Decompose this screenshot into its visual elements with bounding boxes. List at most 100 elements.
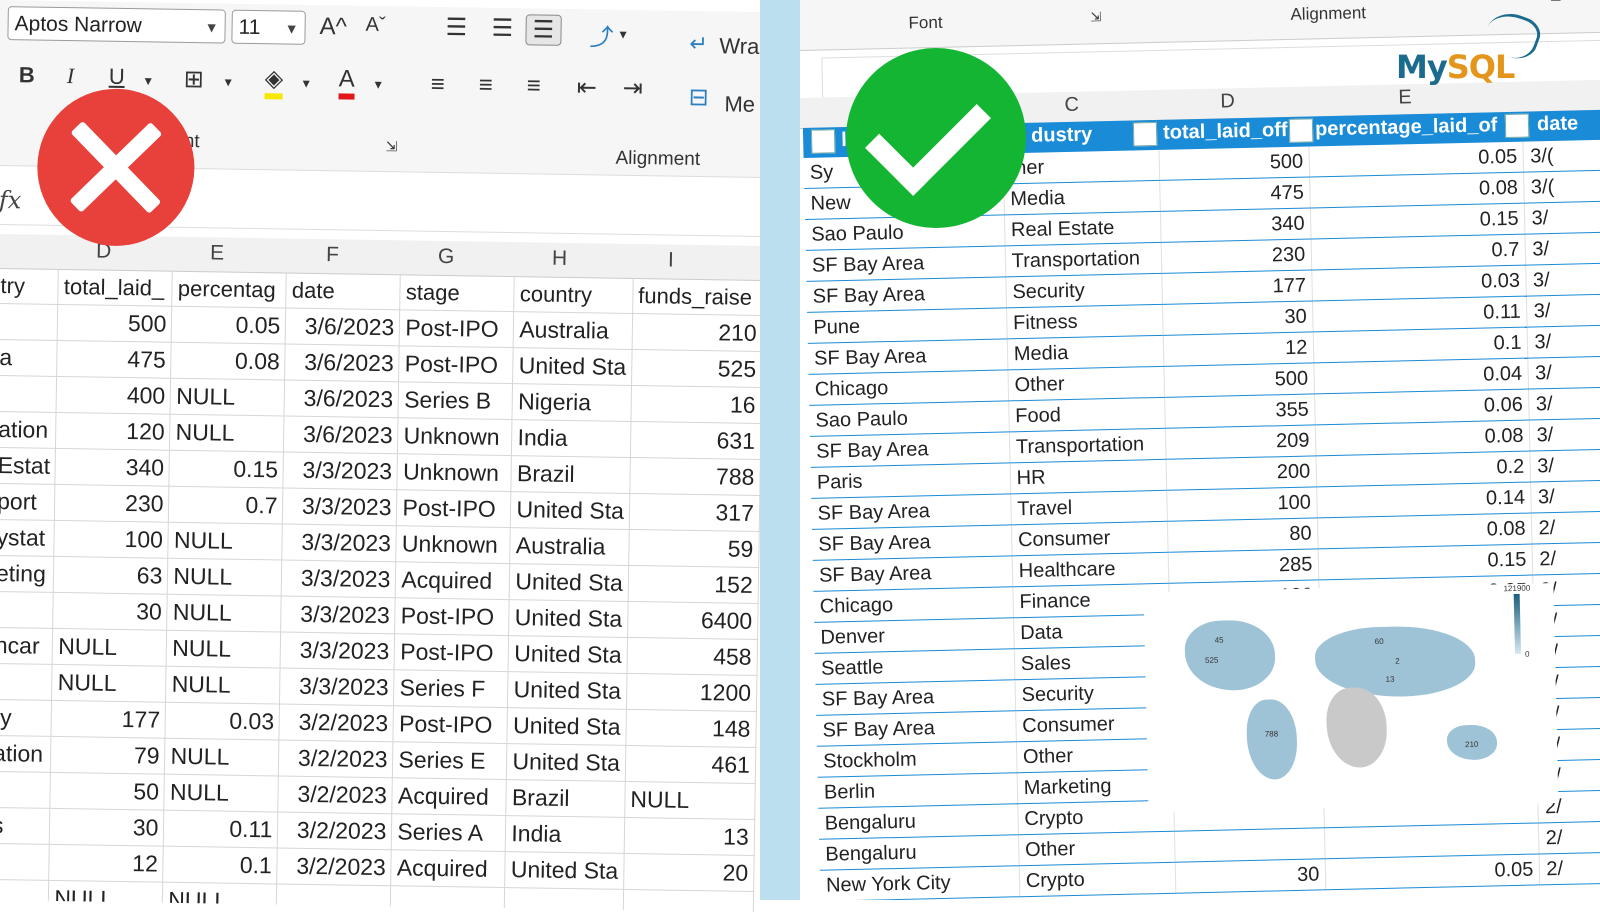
cell[interactable]: 3/6/2023 — [284, 380, 399, 418]
cell[interactable]: SF Bay Area — [815, 679, 1016, 716]
cell[interactable]: 100 — [1166, 486, 1318, 522]
chevron-down-icon[interactable]: ▾ — [145, 72, 152, 89]
cell[interactable]: New York City — [819, 865, 1020, 900]
cell[interactable]: Sao Paulo — [809, 400, 1010, 437]
header-cell[interactable]: funds_raise — [632, 277, 764, 316]
shrink-font-button[interactable]: Aˇ — [365, 14, 385, 37]
cell[interactable]: hcar — [0, 627, 54, 665]
cell[interactable]: 0.1 — [163, 846, 278, 884]
cell[interactable]: 6400 — [627, 601, 758, 640]
cell[interactable]: 461 — [625, 745, 756, 784]
cell[interactable]: 317 — [629, 493, 760, 532]
cell[interactable] — [0, 663, 53, 701]
cell[interactable]: 285 — [1167, 548, 1320, 584]
cell[interactable]: ty — [0, 699, 52, 737]
cell[interactable]: 788 — [629, 457, 761, 496]
cell[interactable]: 0.08 — [171, 342, 286, 381]
cell[interactable]: 0.15 — [1310, 203, 1526, 239]
decrease-indent-icon[interactable]: ⇤ — [576, 73, 597, 102]
cell[interactable]: 3/ — [1528, 356, 1600, 390]
chevron-down-icon[interactable]: ▾ — [619, 26, 626, 43]
cell[interactable]: 0.08 — [1315, 420, 1531, 456]
column-header-e[interactable]: E — [210, 241, 224, 265]
column-header-g[interactable]: G — [438, 245, 455, 269]
cell[interactable]: 3/6/2023 — [284, 344, 400, 382]
cell[interactable]: 12 — [1162, 331, 1315, 367]
cell[interactable]: 3/ — [1528, 387, 1600, 421]
cell[interactable]: eting — [0, 555, 55, 593]
cell[interactable]: NULL — [166, 630, 282, 668]
cell[interactable]: NULL — [167, 558, 283, 596]
header-cell[interactable]: percentag — [172, 270, 287, 309]
cell[interactable] — [0, 303, 59, 341]
cell[interactable]: 16 — [630, 385, 762, 424]
filter-icon[interactable]: ⊻ — [1288, 118, 1314, 143]
cell[interactable]: 209 — [1164, 424, 1317, 460]
filter-icon[interactable]: ⊻ — [1132, 121, 1158, 147]
cell[interactable]: Unknown — [396, 525, 511, 564]
cell[interactable]: 400 — [56, 376, 172, 415]
cell[interactable]: Unknown — [397, 417, 513, 456]
cell[interactable]: 0.1 — [1313, 327, 1529, 363]
header-cell[interactable]: date — [286, 272, 401, 310]
cell[interactable] — [1174, 827, 1326, 863]
align-left-icon[interactable]: ≡ — [431, 71, 445, 99]
cell[interactable]: 0.15 — [1318, 544, 1534, 580]
cell[interactable]: 0.11 — [163, 810, 279, 848]
cell[interactable]: SF Bay Area — [811, 493, 1012, 530]
cell[interactable]: 3/2/2023 — [278, 739, 394, 778]
cell[interactable]: SF Bay Area — [816, 710, 1017, 747]
filter-dropdown-icon[interactable]: ▾ — [810, 129, 836, 154]
cell[interactable]: 0.15 — [169, 450, 284, 489]
cell[interactable]: Consumer — [1011, 521, 1168, 556]
cell[interactable]: 50 — [50, 772, 165, 811]
cell[interactable]: 340 — [1159, 207, 1312, 243]
cell[interactable]: 148 — [625, 709, 757, 748]
cell[interactable]: 3/ — [1531, 480, 1600, 514]
cell[interactable]: Acquired — [395, 561, 511, 600]
cell[interactable]: Chicago — [808, 369, 1009, 406]
cell[interactable]: Acquired — [392, 777, 507, 816]
cell[interactable]: Brazil — [506, 779, 626, 818]
cell[interactable]: Stockholm — [816, 741, 1017, 778]
cell[interactable]: 63 — [53, 556, 169, 595]
cell[interactable]: 3/ — [1530, 449, 1600, 483]
cell[interactable]: 3/ — [1526, 263, 1600, 297]
cell[interactable]: 13 — [624, 817, 755, 856]
column-header-e[interactable]: E — [1398, 86, 1412, 109]
chevron-down-icon[interactable]: ▾ — [225, 74, 232, 91]
cell[interactable]: United Sta — [505, 851, 625, 890]
cell[interactable]: Chicago — [813, 586, 1014, 623]
cell[interactable]: 100 — [54, 520, 169, 559]
fill-color-icon[interactable]: ◈ — [264, 64, 284, 100]
cell[interactable]: Transportation — [1004, 242, 1162, 277]
cell[interactable]: 0.05 — [171, 306, 287, 345]
cell[interactable]: 0.05 — [1325, 853, 1541, 890]
cell[interactable]: 0.03 — [1312, 265, 1527, 301]
cell[interactable]: 0.2 — [1316, 451, 1532, 487]
cell[interactable]: NULL — [624, 781, 756, 820]
cell[interactable]: 525 — [631, 349, 762, 388]
grow-font-button[interactable]: A^ — [319, 13, 347, 41]
cell[interactable]: 3/ — [1529, 418, 1600, 452]
cell[interactable]: 475 — [57, 340, 172, 379]
cell[interactable]: Nigeria — [512, 383, 632, 422]
dialog-launcher-icon[interactable]: ⇲ — [1550, 0, 1561, 5]
cell[interactable]: 79 — [50, 736, 166, 775]
cell[interactable]: 230 — [1160, 238, 1313, 274]
align-top-icon[interactable]: ☰ — [445, 13, 467, 42]
cell[interactable]: Media — [1007, 335, 1164, 370]
column-header-h[interactable]: H — [552, 247, 568, 271]
cell[interactable] — [0, 843, 50, 881]
cell[interactable]: Paris — [810, 462, 1011, 499]
cell[interactable]: 0.7 — [1311, 234, 1527, 270]
column-header-d[interactable]: D — [1220, 90, 1235, 113]
cell[interactable]: Brazil — [511, 455, 631, 494]
cell[interactable]: NULL — [162, 882, 278, 912]
cell[interactable]: 152 — [627, 565, 759, 604]
cell[interactable]: port — [0, 483, 56, 521]
cell[interactable]: 355 — [1164, 393, 1316, 429]
cell[interactable]: NULL — [167, 594, 282, 632]
font-color-icon[interactable]: A — [338, 65, 356, 100]
chevron-down-icon[interactable]: ▾ — [375, 76, 382, 93]
